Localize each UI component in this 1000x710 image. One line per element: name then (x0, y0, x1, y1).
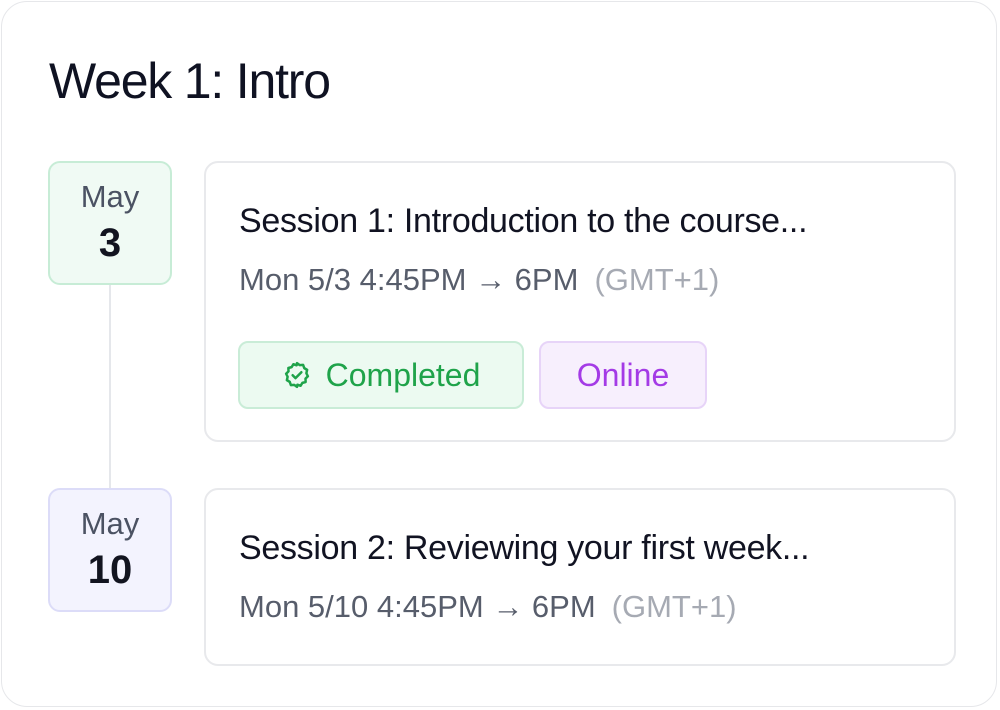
completed-badge-label: Completed (325, 356, 481, 393)
session-title: Session 1: Introduction to the course... (239, 202, 808, 240)
date-month: May (80, 179, 140, 214)
session-timezone: (GMT+1) (611, 589, 737, 624)
check-badge-icon (284, 361, 309, 389)
session-timezone: (GMT+1) (594, 262, 720, 297)
online-badge-label: Online (576, 356, 670, 393)
session-time: Mon 5/3 4:45PM → 6PM (GMT+1) (239, 260, 719, 300)
timeline-connector (109, 285, 111, 490)
session-1-date: May 3 (48, 161, 172, 285)
date-month: May (80, 506, 140, 541)
week-card: Week 1: Intro May 3 Session 1: Introduct… (1, 1, 997, 707)
completed-badge: Completed (238, 341, 524, 409)
session-time: Mon 5/10 4:45PM → 6PM (GMT+1) (239, 587, 737, 627)
online-badge: Online (539, 341, 707, 409)
session-card-2[interactable]: Session 2: Reviewing your first week... … (204, 488, 956, 666)
date-day: 3 (98, 221, 122, 265)
date-day: 10 (87, 548, 133, 592)
week-title: Week 1: Intro (49, 53, 331, 109)
session-card-1[interactable]: Session 1: Introduction to the course...… (204, 161, 956, 442)
session-2-date: May 10 (48, 488, 172, 612)
session-time-range: Mon 5/3 4:45PM → 6PM (239, 262, 579, 297)
session-time-range: Mon 5/10 4:45PM → 6PM (239, 589, 596, 624)
session-title: Session 2: Reviewing your first week... (239, 529, 810, 567)
